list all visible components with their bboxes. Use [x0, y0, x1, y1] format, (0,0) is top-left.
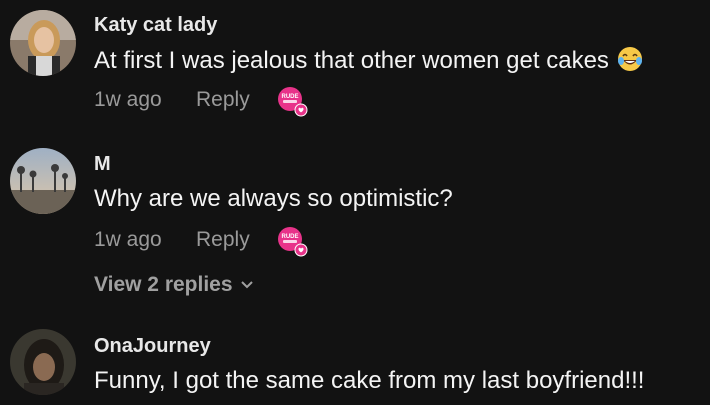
view-replies-label: View 2 replies	[94, 273, 233, 296]
rude-sticker-icon[interactable]: RUDE	[277, 86, 309, 118]
rude-sticker-icon[interactable]: RUDE	[277, 226, 309, 258]
sticker-text: RUDE	[281, 94, 298, 100]
username[interactable]: Katy cat lady	[94, 14, 217, 37]
comment-text: Funny, I got the same cake from my last …	[94, 367, 645, 394]
avatar[interactable]	[10, 10, 76, 76]
username[interactable]: M	[94, 153, 111, 176]
comment-text: At first I was jealous that other women …	[94, 46, 643, 79]
comment-text-content: At first I was jealous that other women …	[94, 47, 609, 74]
timestamp: 1w ago	[94, 228, 162, 251]
username[interactable]: OnaJourney	[94, 335, 211, 358]
laughing-tears-emoji-icon	[617, 46, 643, 79]
avatar[interactable]	[10, 329, 76, 395]
avatar-photo	[10, 10, 76, 76]
reply-button[interactable]: Reply	[196, 228, 250, 252]
avatar-photo	[10, 329, 76, 395]
chevron-down-icon	[240, 271, 253, 295]
comment-text: Why are we always so optimistic?	[94, 185, 453, 212]
reply-button[interactable]: Reply	[196, 88, 250, 112]
view-replies-button[interactable]: View 2 replies	[94, 271, 253, 297]
sticker-text: RUDE	[281, 234, 298, 240]
avatar[interactable]	[10, 148, 76, 214]
avatar-photo	[10, 148, 76, 214]
timestamp: 1w ago	[94, 88, 162, 111]
